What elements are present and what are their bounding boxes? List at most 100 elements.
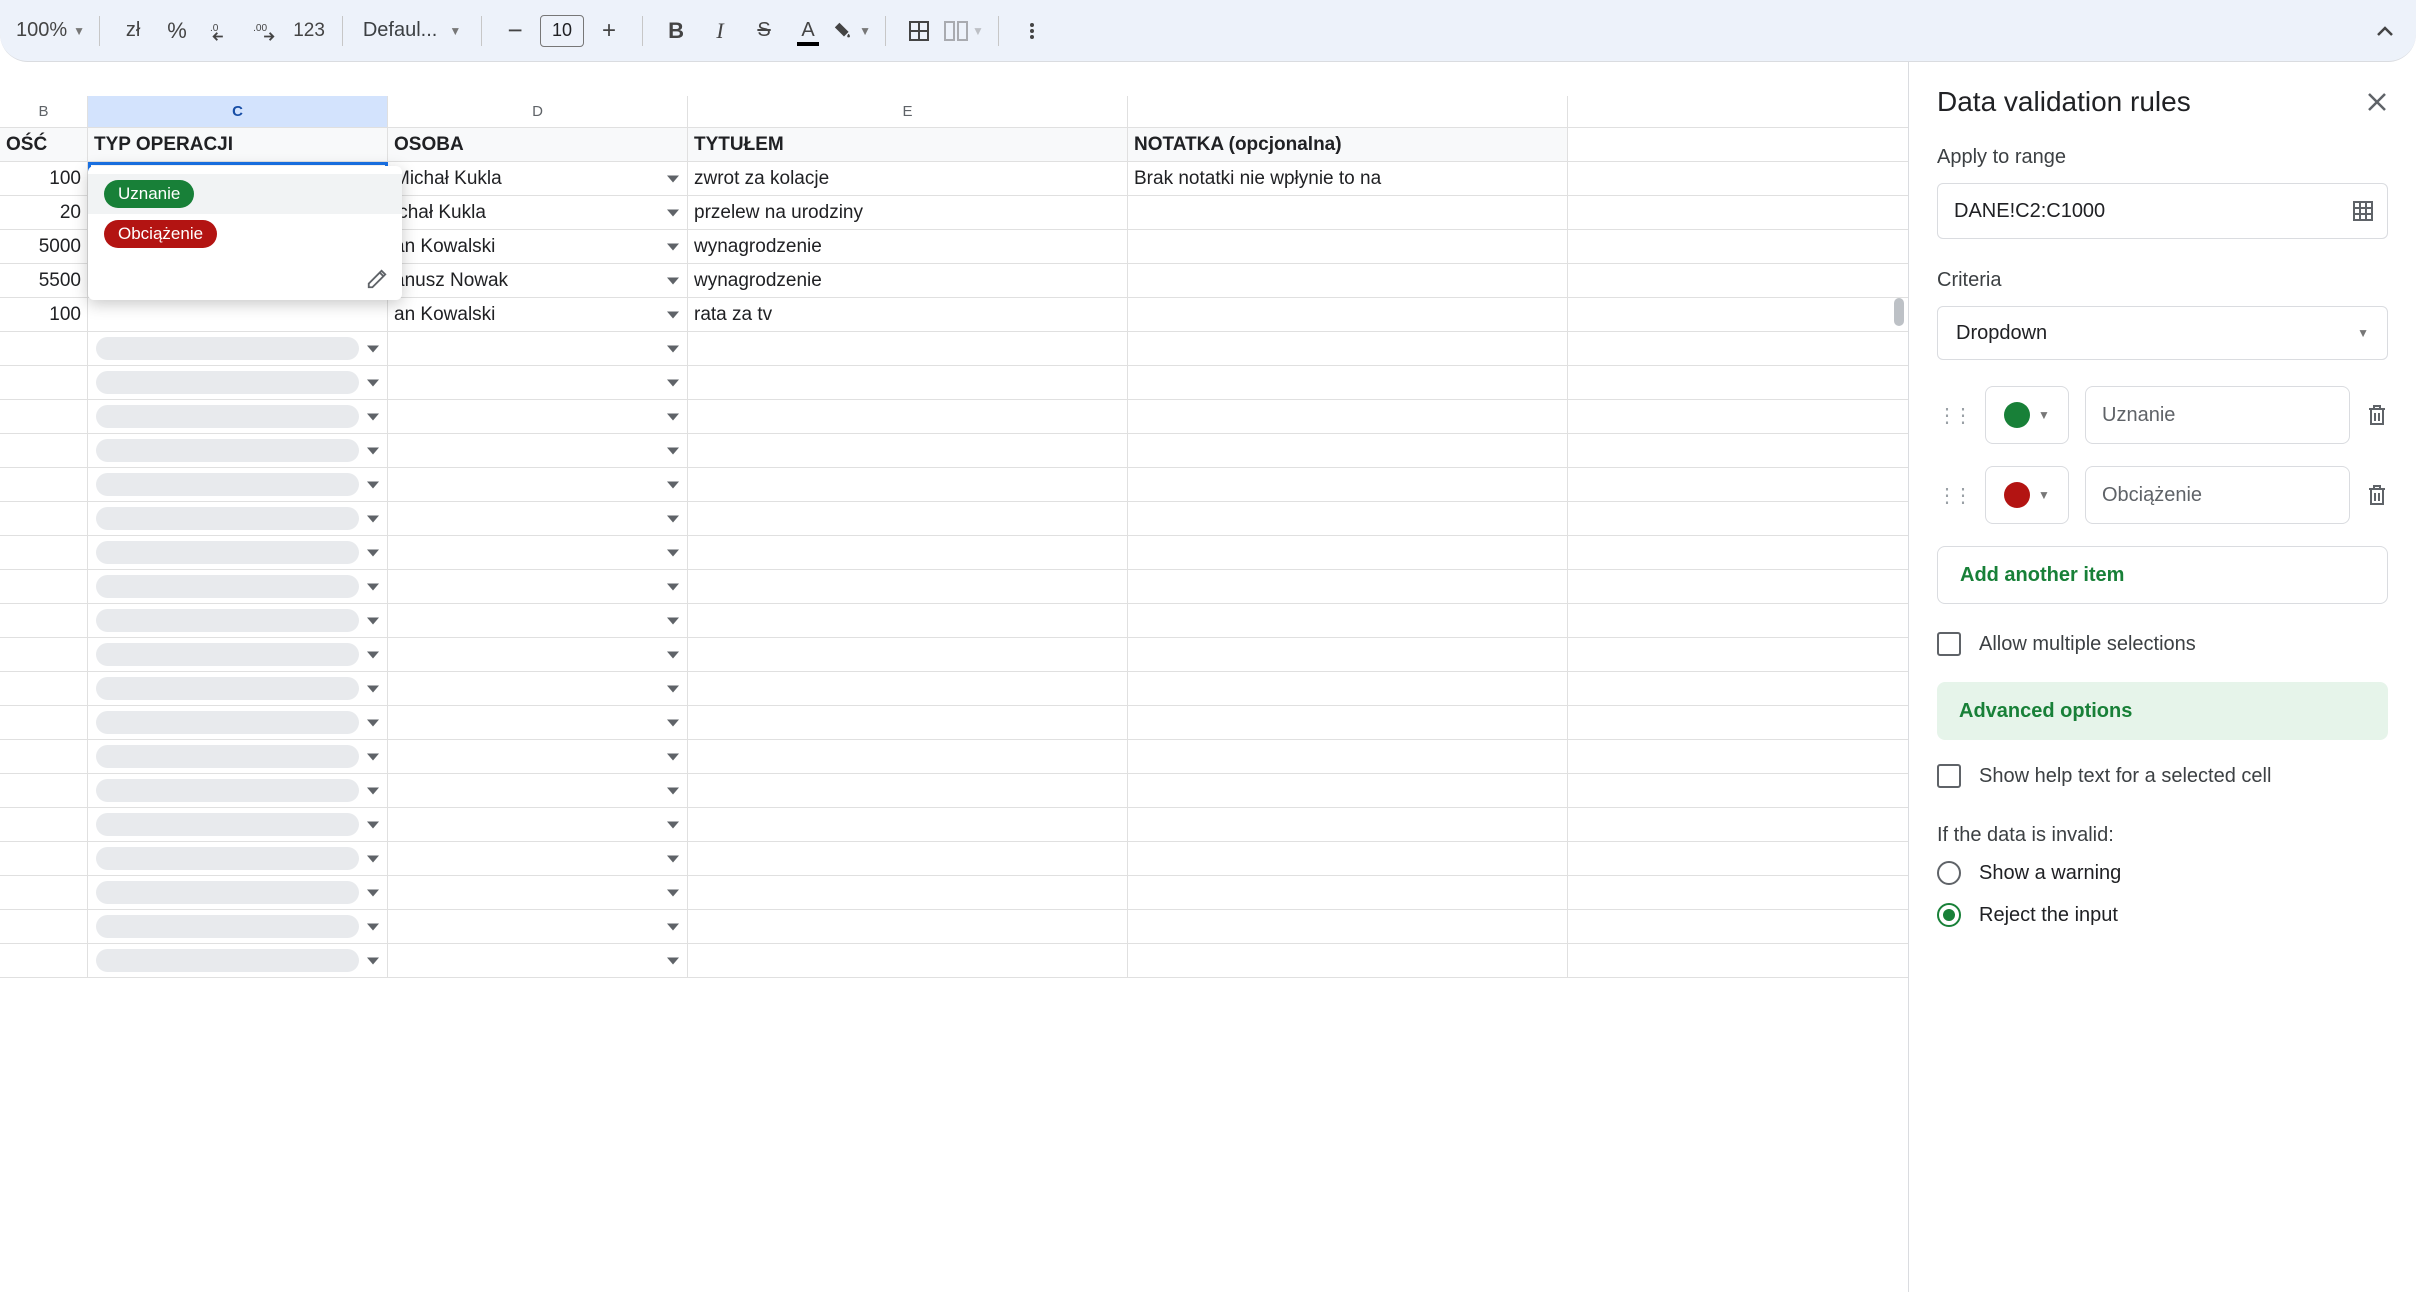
dropdown-arrow-icon[interactable] xyxy=(367,787,379,794)
dropdown-arrow-icon[interactable] xyxy=(667,209,679,216)
cell[interactable] xyxy=(0,876,88,909)
increase-decimal-button[interactable]: .00 xyxy=(246,12,284,50)
cell[interactable] xyxy=(388,672,688,705)
cell[interactable] xyxy=(88,468,388,501)
cell[interactable] xyxy=(688,876,1128,909)
decrease-decimal-button[interactable]: .0 xyxy=(202,12,240,50)
cell[interactable] xyxy=(1128,536,1568,569)
cell[interactable] xyxy=(388,536,688,569)
close-panel-button[interactable] xyxy=(2366,91,2388,113)
item-color-select[interactable]: ▼ xyxy=(1985,386,2069,444)
advanced-options-button[interactable]: Advanced options xyxy=(1937,682,2388,740)
cell[interactable] xyxy=(388,910,688,943)
cell[interactable]: 20 xyxy=(0,196,88,229)
cell[interactable] xyxy=(688,366,1128,399)
cell[interactable] xyxy=(88,638,388,671)
cell[interactable] xyxy=(1128,774,1568,807)
dropdown-arrow-icon[interactable] xyxy=(367,651,379,658)
cell[interactable] xyxy=(1128,366,1568,399)
cell[interactable] xyxy=(388,876,688,909)
cell[interactable] xyxy=(688,706,1128,739)
cell[interactable] xyxy=(1128,638,1568,671)
cell[interactable] xyxy=(88,910,388,943)
cell[interactable] xyxy=(88,944,388,977)
cell[interactable] xyxy=(388,638,688,671)
cell[interactable]: przelew na urodziny xyxy=(688,196,1128,229)
dropdown-arrow-icon[interactable] xyxy=(667,889,679,896)
italic-button[interactable]: I xyxy=(701,12,739,50)
cell[interactable] xyxy=(1128,400,1568,433)
cell[interactable] xyxy=(0,468,88,501)
cell[interactable]: rata za tv xyxy=(688,298,1128,331)
cell[interactable] xyxy=(88,774,388,807)
cell[interactable]: 5500 xyxy=(0,264,88,297)
cell[interactable] xyxy=(0,366,88,399)
dropdown-arrow-icon[interactable] xyxy=(367,617,379,624)
cell[interactable] xyxy=(1128,910,1568,943)
cell[interactable] xyxy=(1128,230,1568,263)
cell[interactable] xyxy=(1128,604,1568,637)
header-cell[interactable]: NOTATKA (opcjonalna) xyxy=(1128,128,1568,161)
cell[interactable] xyxy=(1128,706,1568,739)
zoom-select[interactable]: 100% ▼ xyxy=(12,12,85,50)
cell[interactable] xyxy=(0,536,88,569)
cell[interactable] xyxy=(88,740,388,773)
dropdown-arrow-icon[interactable] xyxy=(367,345,379,352)
dropdown-arrow-icon[interactable] xyxy=(367,923,379,930)
cell[interactable] xyxy=(0,638,88,671)
col-header-d[interactable]: D xyxy=(388,96,688,127)
dropdown-arrow-icon[interactable] xyxy=(367,821,379,828)
dropdown-arrow-icon[interactable] xyxy=(667,345,679,352)
dropdown-arrow-icon[interactable] xyxy=(667,549,679,556)
dropdown-arrow-icon[interactable] xyxy=(667,719,679,726)
text-color-button[interactable]: A xyxy=(789,12,827,50)
cell[interactable] xyxy=(88,876,388,909)
cell[interactable]: wynagrodzenie xyxy=(688,264,1128,297)
dropdown-arrow-icon[interactable] xyxy=(667,515,679,522)
dropdown-arrow-icon[interactable] xyxy=(367,889,379,896)
cell[interactable] xyxy=(688,910,1128,943)
cell[interactable] xyxy=(688,638,1128,671)
cell[interactable] xyxy=(688,570,1128,603)
cell[interactable]: an Kowalski xyxy=(388,298,688,331)
cell[interactable] xyxy=(88,706,388,739)
more-button[interactable] xyxy=(1013,12,1051,50)
cell[interactable] xyxy=(688,400,1128,433)
item-value-input[interactable]: Uznanie xyxy=(2085,386,2350,444)
cell[interactable] xyxy=(688,842,1128,875)
dropdown-arrow-icon[interactable] xyxy=(367,481,379,488)
cell[interactable] xyxy=(88,536,388,569)
cell[interactable] xyxy=(0,740,88,773)
font-size-decrease[interactable]: − xyxy=(496,12,534,50)
cell[interactable] xyxy=(688,604,1128,637)
cell[interactable] xyxy=(0,570,88,603)
cell[interactable] xyxy=(388,740,688,773)
cell[interactable] xyxy=(88,672,388,705)
dropdown-arrow-icon[interactable] xyxy=(667,753,679,760)
fill-color-button[interactable]: ▼ xyxy=(833,12,871,50)
apply-range-input[interactable]: DANE!C2:C1000 xyxy=(1937,183,2388,239)
strikethrough-button[interactable]: S xyxy=(745,12,783,50)
dropdown-arrow-icon[interactable] xyxy=(667,243,679,250)
dropdown-arrow-icon[interactable] xyxy=(667,447,679,454)
cell[interactable]: wynagrodzenie xyxy=(688,230,1128,263)
cell[interactable] xyxy=(688,808,1128,841)
cell[interactable] xyxy=(88,604,388,637)
select-range-icon[interactable] xyxy=(2353,201,2373,221)
checkbox-unchecked[interactable] xyxy=(1937,632,1961,656)
dropdown-arrow-icon[interactable] xyxy=(367,753,379,760)
cell[interactable] xyxy=(1128,468,1568,501)
dropdown-arrow-icon[interactable] xyxy=(667,379,679,386)
col-header-f[interactable] xyxy=(1128,96,1568,127)
header-cell[interactable]: TYTUŁEM xyxy=(688,128,1128,161)
dropdown-arrow-icon[interactable] xyxy=(367,957,379,964)
cell[interactable] xyxy=(1128,298,1568,331)
collapse-toolbar-button[interactable] xyxy=(2366,12,2404,50)
cell[interactable]: Brak notatki nie wpłynie to na xyxy=(1128,162,1568,195)
cell[interactable]: an Kowalski xyxy=(388,230,688,263)
cell[interactable] xyxy=(88,570,388,603)
cell[interactable] xyxy=(0,332,88,365)
cell[interactable] xyxy=(388,944,688,977)
bold-button[interactable]: B xyxy=(657,12,695,50)
percent-button[interactable]: % xyxy=(158,12,196,50)
